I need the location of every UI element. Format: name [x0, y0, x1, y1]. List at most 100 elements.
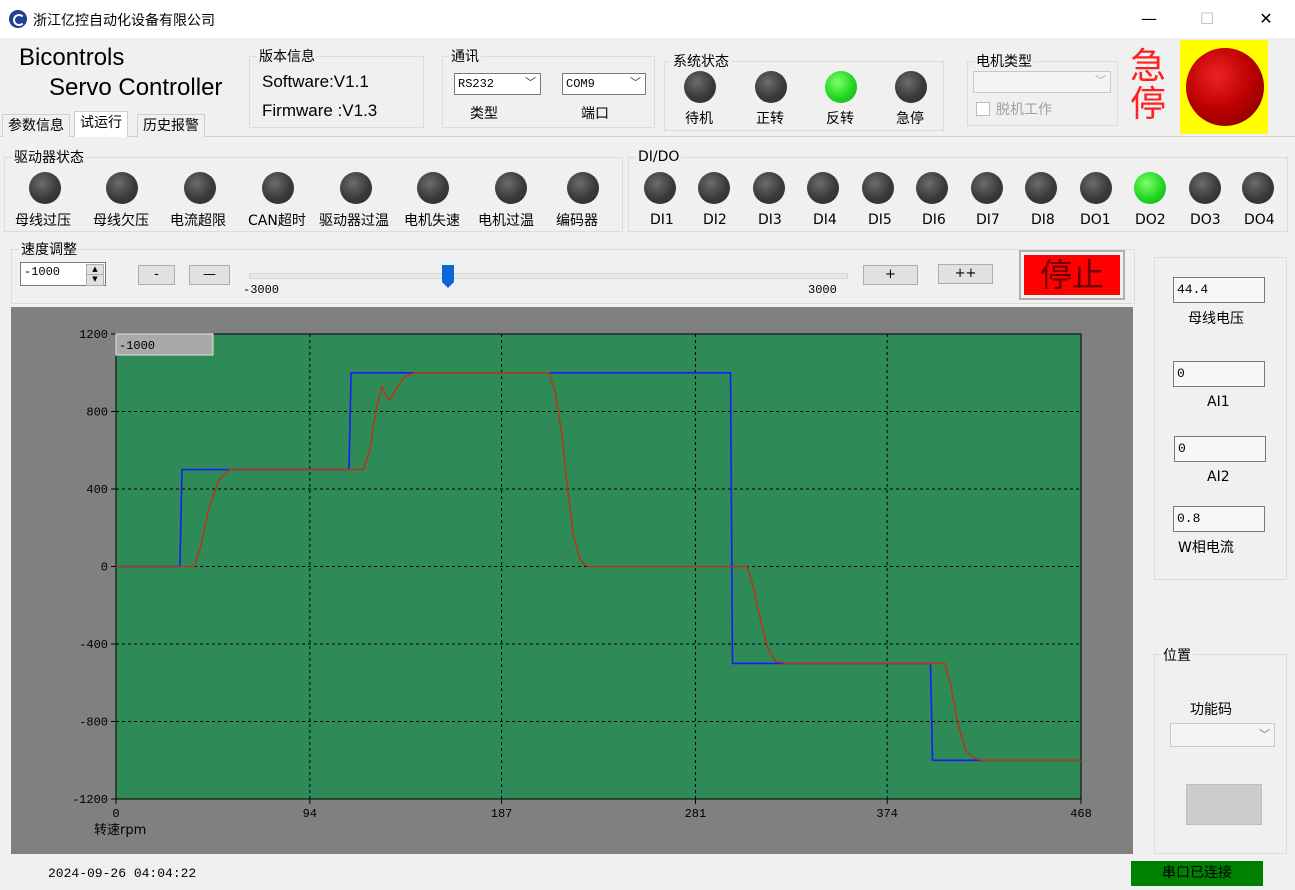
motor-overtemp-label: 电机过温	[478, 213, 534, 229]
di2-led	[698, 172, 730, 204]
x-tick-label: 281	[685, 807, 707, 821]
motor-type-select[interactable]: ﹀	[973, 71, 1111, 93]
x-tick-label: 374	[876, 807, 898, 821]
tab-trial-run[interactable]: 试运行	[74, 111, 128, 137]
speed-minus-small-button[interactable]: -	[138, 265, 175, 285]
di1-label: DI1	[650, 212, 674, 228]
status-datetime: 2024-09-26 04:04:22	[48, 866, 197, 881]
y-tick-label: 0	[101, 561, 108, 575]
comm-port-label: 端口	[581, 106, 609, 122]
do3-led	[1189, 172, 1221, 204]
encoder-led	[567, 172, 599, 204]
forward-label: 正转	[756, 111, 784, 127]
di5-label: DI5	[868, 212, 892, 228]
di8-label: DI8	[1031, 212, 1055, 228]
ai1-field: 0	[1173, 361, 1265, 387]
driver-overtemp-label: 驱动器过温	[319, 213, 389, 229]
do4-led	[1242, 172, 1274, 204]
y-tick-label: -1200	[72, 793, 108, 807]
di3-label: DI3	[758, 212, 782, 228]
di7-label: DI7	[976, 212, 1000, 228]
di1-led	[644, 172, 676, 204]
bus-undervoltage-label: 母线欠压	[93, 213, 149, 229]
ai1-label: AI1	[1207, 394, 1230, 410]
x-tick-label: 94	[303, 807, 317, 821]
di7-led	[971, 172, 1003, 204]
speed-group-title: 速度调整	[19, 239, 79, 259]
slider-max-label: 3000	[808, 283, 837, 297]
can-timeout-label: CAN超时	[248, 213, 306, 229]
di6-led	[916, 172, 948, 204]
speed-slider-thumb[interactable]	[442, 265, 454, 289]
bus-overvoltage-label: 母线过压	[15, 213, 71, 229]
bus-voltage-field: 44.4	[1173, 277, 1265, 303]
maximize-button[interactable]: ☐	[1187, 6, 1227, 32]
y-tick-label: 400	[86, 483, 108, 497]
version-group-title: 版本信息	[257, 46, 317, 66]
speed-input-value: -1000	[24, 265, 61, 279]
comm-port-select[interactable]: COM9 ﹀	[562, 73, 646, 95]
comm-type-label: 类型	[470, 106, 498, 122]
estop-button[interactable]	[1180, 40, 1268, 134]
brand-line-1: Bicontrols	[19, 44, 125, 71]
speed-minus-big-button[interactable]: —	[189, 265, 230, 285]
function-code-label: 功能码	[1190, 702, 1232, 718]
estop-text: 急停	[1130, 46, 1167, 125]
di5-led	[862, 172, 894, 204]
tab-history-alarm[interactable]: 历史报警	[137, 114, 205, 137]
ai2-label: AI2	[1207, 469, 1230, 485]
comm-port-value: COM9	[566, 77, 595, 91]
y-tick-label: 1200	[79, 328, 108, 342]
bus-voltage-label: 母线电压	[1188, 311, 1244, 327]
position-action-button[interactable]	[1186, 784, 1262, 825]
reverse-label: 反转	[826, 111, 854, 127]
speed-spinbox[interactable]: -1000 ▲ ▼	[20, 262, 106, 286]
chart-area: 0 94 187 281 374 468 1200 800 400 0 -400 -800 -1200 转…	[11, 307, 1133, 854]
function-code-select[interactable]: ﹀	[1170, 723, 1275, 747]
comm-group-title: 通讯	[449, 46, 481, 66]
chevron-down-icon: ﹀	[525, 78, 536, 90]
spin-down-icon[interactable]: ▼	[86, 274, 104, 286]
estop-button-knob	[1186, 48, 1264, 126]
app-logo-icon	[9, 10, 27, 28]
estop-status-label: 急停	[896, 111, 924, 127]
di4-led	[807, 172, 839, 204]
bus-overvoltage-led	[29, 172, 61, 204]
x-tick-label: 468	[1070, 807, 1092, 821]
title-bar: 浙江亿控自动化设备有限公司 — ☐ ✕	[0, 0, 1295, 38]
x-tick-label: 0	[112, 807, 119, 821]
motor-type-title: 电机类型	[974, 51, 1034, 71]
stop-button[interactable]: 停止	[1019, 250, 1125, 300]
minimize-button[interactable]: —	[1129, 6, 1169, 32]
chevron-down-icon: ﹀	[1095, 76, 1106, 88]
driver-status-title: 驱动器状态	[12, 147, 86, 167]
close-button[interactable]: ✕	[1246, 6, 1286, 32]
reverse-led	[825, 71, 857, 103]
di4-label: DI4	[813, 212, 837, 228]
x-tick-label: 187	[491, 807, 513, 821]
y-tick-label: 800	[86, 406, 108, 420]
system-status-title: 系统状态	[671, 51, 731, 71]
do2-led	[1134, 172, 1166, 204]
w-current-field: 0.8	[1173, 506, 1265, 532]
di6-label: DI6	[922, 212, 946, 228]
di2-label: DI2	[703, 212, 727, 228]
speed-plus-big-button[interactable]: ++	[938, 264, 993, 284]
tab-params[interactable]: 参数信息	[2, 114, 70, 137]
forward-led	[755, 71, 787, 103]
do3-label: DO3	[1190, 212, 1221, 228]
offline-checkbox[interactable]	[976, 102, 990, 116]
motor-stall-label: 电机失速	[404, 213, 460, 229]
y-tick-label: -400	[79, 638, 108, 652]
comm-type-select[interactable]: RS232 ﹀	[454, 73, 541, 95]
speed-slider-track[interactable]	[249, 273, 848, 279]
cursor-label: -1000	[119, 339, 155, 353]
speed-plus-small-button[interactable]: +	[863, 265, 918, 285]
connection-status: 串口已连接	[1131, 861, 1263, 886]
do4-label: DO4	[1244, 212, 1275, 228]
software-version: Software:V1.1	[262, 72, 369, 91]
motor-overtemp-led	[495, 172, 527, 204]
overcurrent-led	[184, 172, 216, 204]
do1-led	[1080, 172, 1112, 204]
di3-led	[753, 172, 785, 204]
